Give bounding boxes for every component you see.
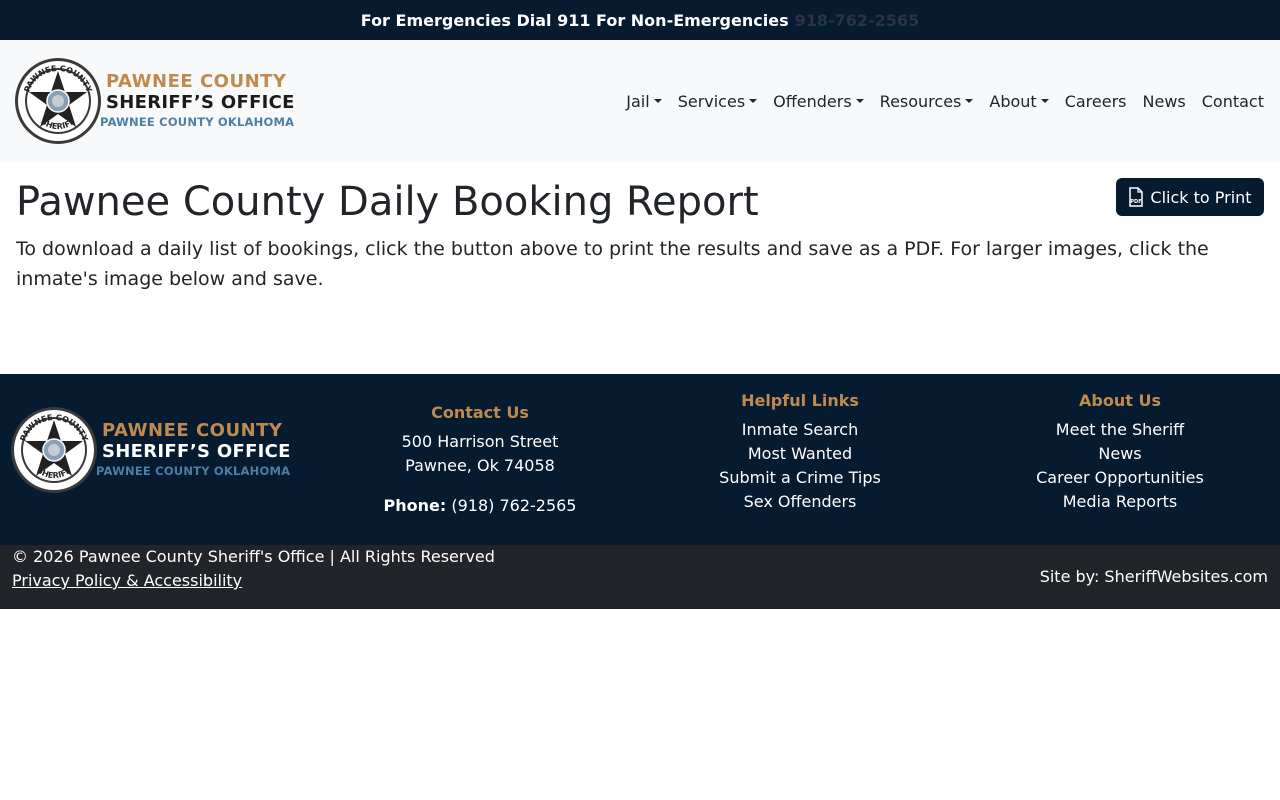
- footer-link-crime-tips[interactable]: Submit a Crime Tips: [640, 466, 960, 490]
- nav-careers[interactable]: Careers: [1065, 92, 1127, 111]
- footer-link-inmate-search[interactable]: Inmate Search: [640, 418, 960, 442]
- site-credit-link[interactable]: Site by: SheriffWebsites.com: [1040, 565, 1268, 589]
- footer-link-sex-offenders[interactable]: Sex Offenders: [640, 490, 960, 514]
- footer-about-heading: About Us: [1079, 391, 1161, 410]
- nav-resources[interactable]: Resources: [880, 92, 974, 111]
- footer-address-line2: Pawnee, Ok 74058: [405, 456, 555, 475]
- logo-line-county: PAWNEE COUNTY: [102, 420, 283, 442]
- emergency-text: For Emergencies Dial 911 For Non-Emergen…: [360, 10, 789, 30]
- caret-down-icon: [749, 99, 758, 103]
- copyright-left: © 2026 Pawnee County Sheriff's Office | …: [12, 545, 495, 593]
- footer-link-careers[interactable]: Career Opportunities: [960, 466, 1280, 490]
- print-button[interactable]: PDF Click to Print: [1116, 178, 1264, 216]
- footer-helpful-heading: Helpful Links: [741, 391, 859, 410]
- intro-text: To download a daily list of bookings, cl…: [16, 238, 1209, 290]
- caret-down-icon: [965, 99, 974, 103]
- nav-jail[interactable]: Jail: [626, 92, 662, 111]
- nav-news[interactable]: News: [1143, 92, 1186, 111]
- page-title: Pawnee County Daily Booking Report: [16, 179, 759, 225]
- nav-contact[interactable]: Contact: [1202, 92, 1264, 111]
- nav-offenders[interactable]: Offenders: [773, 92, 864, 111]
- print-button-label: Click to Print: [1150, 187, 1252, 207]
- footer-logo[interactable]: PAWNEE COUNTY SHERIFF PAWNEE COUNTY SHER…: [10, 406, 291, 494]
- svg-text:PDF: PDF: [1131, 199, 1142, 205]
- logo-line-county: PAWNEE COUNTY: [106, 71, 287, 93]
- privacy-policy-link[interactable]: Privacy Policy & Accessibility: [12, 569, 495, 593]
- sheriff-badge-icon: PAWNEE COUNTY SHERIFF: [15, 58, 101, 144]
- logo-line-state: PAWNEE COUNTY OKLAHOMA: [100, 115, 295, 130]
- logo-line-state: PAWNEE COUNTY OKLAHOMA: [96, 464, 291, 479]
- site-header: PAWNEE COUNTY SHERIFF PAWNEE COUNTY SHER…: [0, 40, 1280, 162]
- site-footer: PAWNEE COUNTY SHERIFF PAWNEE COUNTY SHER…: [0, 374, 1280, 545]
- site-logo[interactable]: PAWNEE COUNTY SHERIFF PAWNEE COUNTY SHER…: [14, 57, 295, 145]
- footer-address-line1: 500 Harrison Street: [401, 432, 559, 451]
- footer-link-most-wanted[interactable]: Most Wanted: [640, 442, 960, 466]
- non-emergency-phone-link[interactable]: 918-762-2565: [795, 11, 920, 30]
- sheriff-badge-icon: PAWNEE COUNTY SHERIFF: [11, 407, 97, 493]
- logo-wordmark: PAWNEE COUNTY SHERIFF’S OFFICE PAWNEE CO…: [100, 73, 295, 129]
- caret-down-icon: [1040, 99, 1049, 103]
- caret-down-icon: [855, 99, 864, 103]
- copyright-text: © 2026 Pawnee County Sheriff's Office | …: [12, 547, 495, 566]
- main-nav: Jail Services Offenders Resources About …: [610, 92, 1264, 111]
- nav-about[interactable]: About: [989, 92, 1049, 111]
- logo-line-office: SHERIFF’S OFFICE: [106, 92, 295, 114]
- pdf-file-icon: PDF: [1129, 187, 1144, 207]
- footer-contact: Contact Us 500 Harrison Street Pawnee, O…: [320, 403, 640, 518]
- footer-about-us: About Us Meet the Sheriff News Career Op…: [960, 391, 1280, 514]
- caret-down-icon: [653, 99, 662, 103]
- emergency-alert-bar: For Emergencies Dial 911 For Non-Emergen…: [0, 0, 1280, 40]
- logo-line-office: SHERIFF’S OFFICE: [102, 441, 291, 463]
- footer-phone-link[interactable]: (918) 762-2565: [451, 496, 576, 515]
- footer-helpful-links: Helpful Links Inmate Search Most Wanted …: [640, 391, 960, 514]
- main-content: Pawnee County Daily Booking Report To do…: [0, 162, 1280, 374]
- footer-logo-wordmark: PAWNEE COUNTY SHERIFF’S OFFICE PAWNEE CO…: [96, 422, 291, 478]
- footer-contact-heading: Contact Us: [431, 403, 529, 422]
- copyright-bar: © 2026 Pawnee County Sheriff's Office | …: [0, 545, 1280, 609]
- footer-link-media-reports[interactable]: Media Reports: [960, 490, 1280, 514]
- footer-link-news[interactable]: News: [960, 442, 1280, 466]
- footer-phone-label: Phone:: [383, 496, 447, 515]
- footer-phone: Phone: (918) 762-2565: [320, 494, 640, 518]
- nav-services[interactable]: Services: [678, 92, 758, 111]
- footer-link-meet-sheriff[interactable]: Meet the Sheriff: [960, 418, 1280, 442]
